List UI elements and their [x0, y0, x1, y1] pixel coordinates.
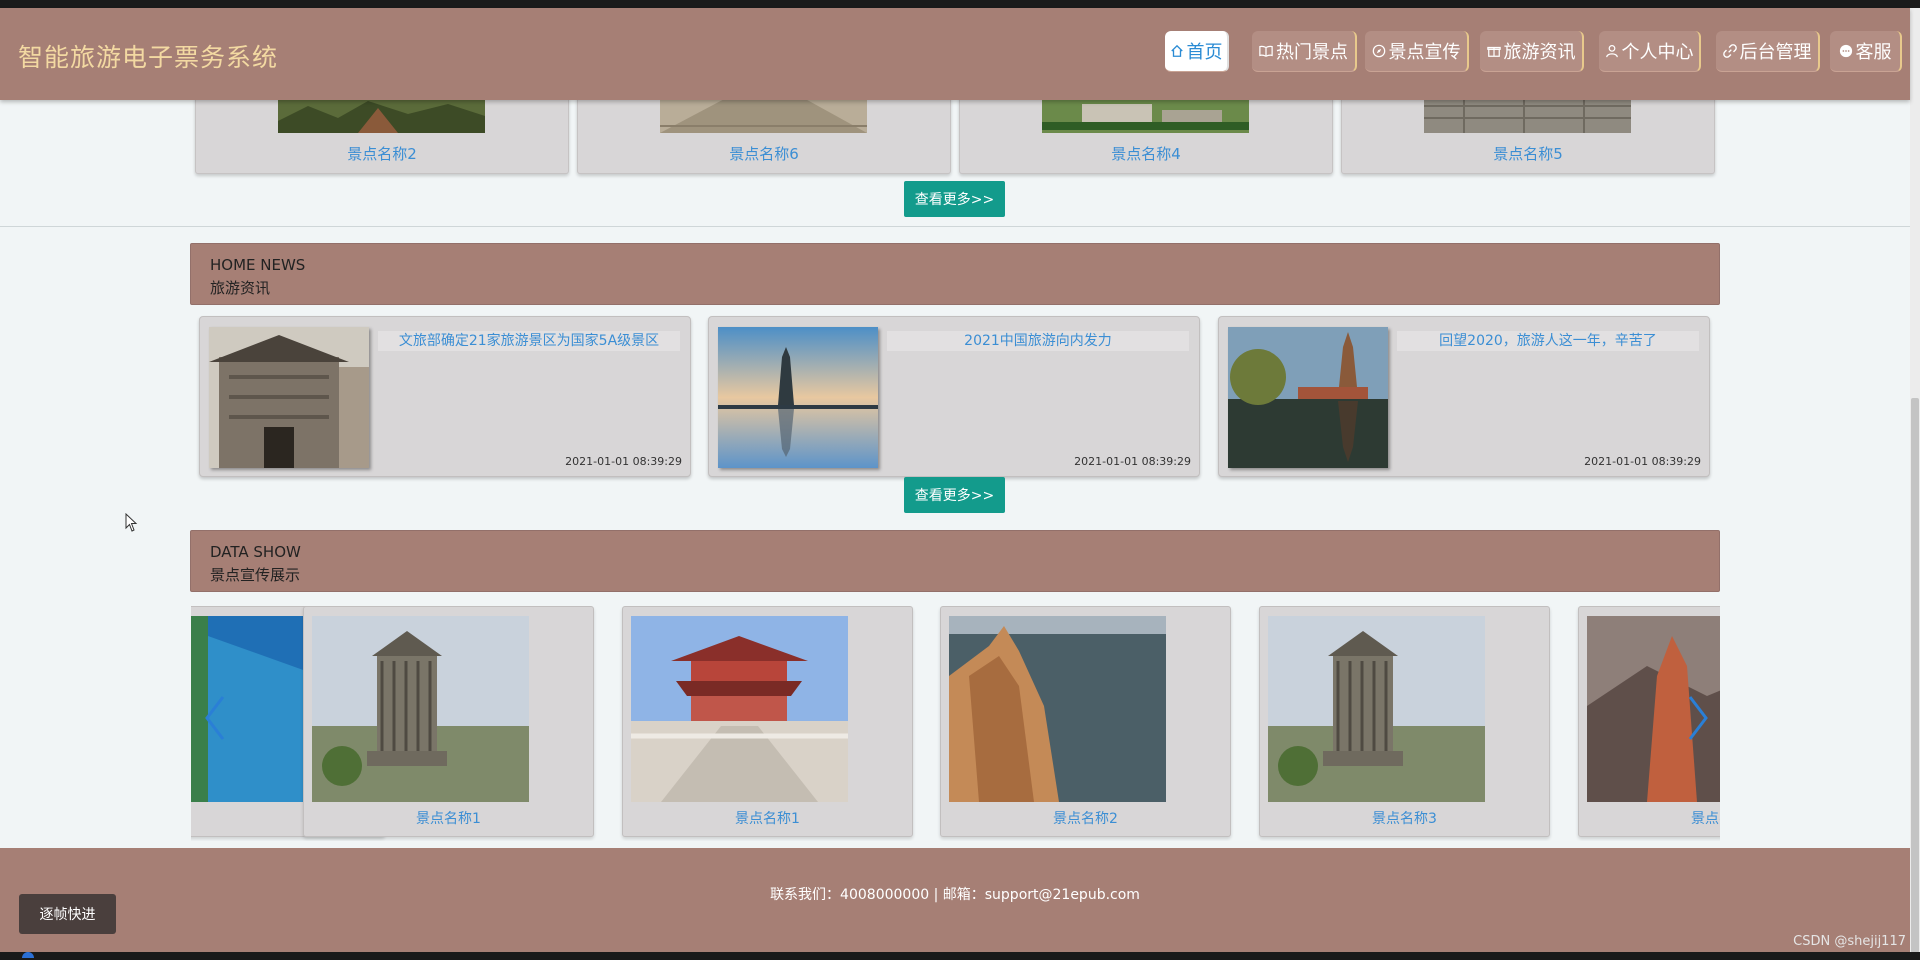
link-icon	[1722, 44, 1737, 58]
scrollbar-thumb[interactable]	[1911, 398, 1919, 953]
nav-label: 首页	[1186, 42, 1223, 63]
news-card[interactable]: 文旅部确定21家旅游景区为国家5A级景区 2021-01-01 08:39:29	[199, 316, 691, 477]
news-time: 2021-01-01 08:39:29	[565, 455, 682, 468]
slide-image	[1268, 616, 1485, 802]
mouse-cursor-icon	[125, 513, 138, 532]
nav-label: 个人中心	[1621, 42, 1694, 63]
news-time: 2021-01-01 08:39:29	[1074, 455, 1191, 468]
nav-promotion[interactable]: 景点宣传	[1365, 31, 1469, 72]
nav-label: 后台管理	[1739, 42, 1812, 63]
view-more-spots-button[interactable]: 查看更多>>	[904, 181, 1005, 217]
news-section-header: HOME NEWS 旅游资讯	[190, 243, 1720, 305]
promo-carousel[interactable]: 景点名称1 景点名称1 景点名称2 景点名称3 景点	[191, 606, 1720, 841]
nav-label: 客服	[1855, 42, 1892, 63]
slide-image	[949, 616, 1166, 802]
slide-name[interactable]: 景点名称3	[1260, 808, 1549, 828]
nav-profile[interactable]: 个人中心	[1599, 31, 1701, 72]
spot-image	[278, 96, 485, 133]
spot-card[interactable]: 景点名称5	[1341, 95, 1715, 174]
footer-contact: 联系我们：4008000000 | 邮箱：support@21epub.com	[770, 887, 1140, 903]
nav-admin[interactable]: 后台管理	[1716, 31, 1820, 72]
nav-home[interactable]: 首页	[1165, 31, 1229, 72]
user-icon	[1605, 44, 1618, 58]
app-title: 智能旅游电子票务系统	[18, 43, 279, 72]
section-title-en: HOME NEWS	[210, 256, 306, 274]
promo-section-header: DATA SHOW 景点宣传展示	[190, 530, 1720, 592]
slide-name[interactable]: 景点名称2	[941, 808, 1230, 828]
carousel-next-arrow[interactable]	[1686, 693, 1710, 743]
news-title[interactable]: 回望2020，旅游人这一年，辛苦了	[1397, 331, 1699, 351]
news-title[interactable]: 文旅部确定21家旅游景区为国家5A级景区	[378, 331, 680, 351]
nav-label: 景点宣传	[1388, 42, 1461, 63]
news-image	[1228, 327, 1388, 468]
page-scrollbar[interactable]	[1910, 8, 1920, 953]
slide-name[interactable]: 景点名称1	[623, 808, 912, 828]
top-navbar: 智能旅游电子票务系统 首页 热门景点 景点宣传 旅游资讯 个人中心 后台管理 客…	[0, 8, 1910, 100]
spot-name[interactable]: 景点名称2	[196, 143, 568, 164]
nav-label: 热门景点	[1276, 42, 1348, 63]
spot-card[interactable]: 景点名称6	[577, 95, 951, 174]
carousel-slide[interactable]: 景点名称3	[1259, 606, 1550, 837]
view-more-news-button[interactable]: 查看更多>>	[904, 477, 1005, 513]
nav-service[interactable]: 客服	[1830, 31, 1902, 72]
carousel-slide[interactable]: 景点名称2	[940, 606, 1231, 837]
spot-name[interactable]: 景点名称5	[1342, 143, 1714, 164]
slide-image	[312, 616, 529, 802]
news-image	[209, 327, 369, 468]
carousel-slide[interactable]: 景点名称1	[622, 606, 913, 837]
nav-label: 旅游资讯	[1503, 42, 1576, 63]
carousel-slide[interactable]: 景点名称1	[303, 606, 594, 837]
window-top-edge	[0, 0, 1920, 8]
nav-news[interactable]: 旅游资讯	[1480, 31, 1584, 72]
chat-icon	[1839, 44, 1852, 58]
section-title-en: DATA SHOW	[210, 543, 301, 561]
spot-card[interactable]: 景点名称2	[195, 95, 569, 174]
section-divider	[0, 226, 1910, 227]
news-image	[718, 327, 878, 468]
news-card[interactable]: 2021中国旅游向内发力 2021-01-01 08:39:29	[708, 316, 1200, 477]
window-bottom-edge	[0, 952, 1920, 960]
compass-icon	[1372, 44, 1385, 58]
news-title[interactable]: 2021中国旅游向内发力	[887, 331, 1189, 351]
footer: 联系我们：4008000000 | 邮箱：support@21epub.com	[0, 848, 1910, 952]
slide-name[interactable]: 景点名称1	[304, 808, 593, 828]
news-card[interactable]: 回望2020，旅游人这一年，辛苦了 2021-01-01 08:39:29	[1218, 316, 1710, 477]
frame-forward-button[interactable]: 逐帧快进	[19, 894, 116, 934]
spot-name[interactable]: 景点名称4	[960, 143, 1332, 164]
spot-card[interactable]: 景点名称4	[959, 95, 1333, 174]
carousel-prev-arrow[interactable]	[203, 693, 227, 743]
book-icon	[1259, 45, 1273, 57]
section-title-cn: 旅游资讯	[210, 279, 271, 297]
spot-image	[1424, 96, 1631, 133]
spot-name[interactable]: 景点名称6	[578, 143, 950, 164]
spot-image	[1042, 96, 1249, 133]
slide-image	[631, 616, 848, 802]
nav-hot-spots[interactable]: 热门景点	[1252, 31, 1357, 72]
section-title-cn: 景点宣传展示	[210, 566, 301, 584]
spot-image	[660, 96, 867, 133]
slide-name[interactable]: 景点名称4	[1579, 808, 1720, 828]
news-time: 2021-01-01 08:39:29	[1584, 455, 1701, 468]
progress-indicator	[22, 952, 34, 958]
watermark-text: CSDN @shejij117	[1793, 934, 1906, 949]
home-icon	[1170, 44, 1183, 57]
gift-icon	[1486, 46, 1501, 57]
